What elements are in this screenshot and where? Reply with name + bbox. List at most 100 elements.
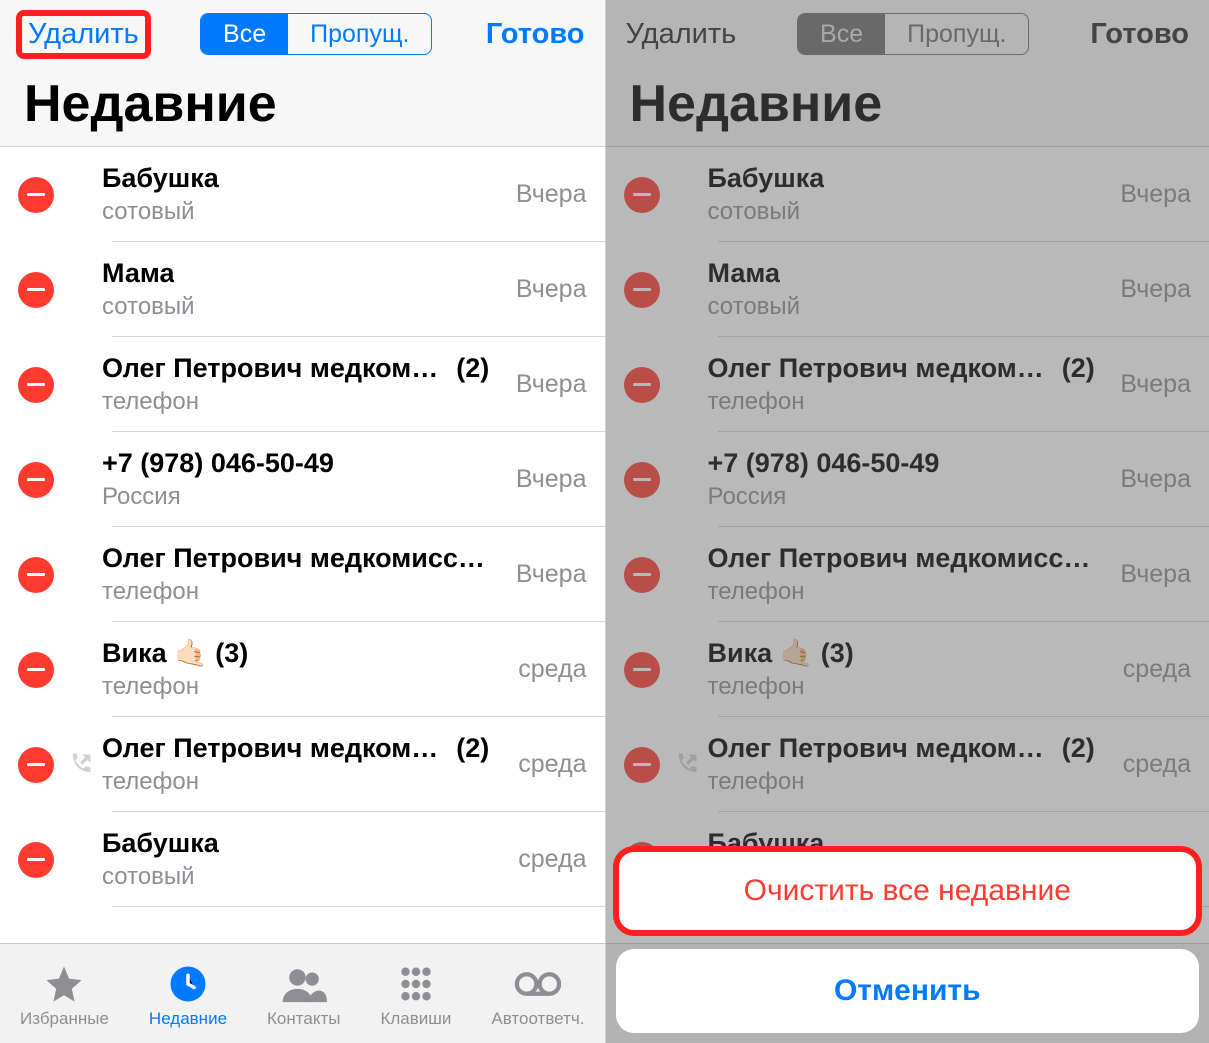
delete-row-button[interactable] (18, 842, 54, 878)
caller-name: Бабушка (102, 827, 219, 861)
call-time: Вчера (1120, 370, 1191, 399)
call-content: Вика 🤙🏻 (3)телефон (102, 637, 504, 702)
segment-all[interactable]: Все (201, 14, 288, 54)
topbar: Удалить Все Пропущ. Готово (606, 0, 1209, 60)
call-time: среда (518, 845, 586, 874)
caller-name: Вика 🤙🏻 (3) (102, 637, 248, 671)
call-row[interactable]: +7 (978) 046-50-49РоссияВчера (606, 432, 1209, 527)
call-row[interactable]: МамасотовыйВчера (606, 242, 1209, 337)
call-time: Вчера (1120, 560, 1191, 589)
call-time: Вчера (516, 275, 587, 304)
tab-contacts[interactable]: Контакты (267, 963, 340, 1029)
caller-name: Олег Петрович медком… (708, 352, 1044, 386)
caller-name: Олег Петрович медком… (102, 352, 438, 386)
delete-row-button[interactable] (624, 557, 660, 593)
call-content: Олег Петрович медкомисс…телефон (708, 542, 1107, 607)
call-row[interactable]: БабушкасотовыйВчера (0, 147, 605, 242)
recents-list: БабушкасотовыйВчераМамасотовыйВчераОлег … (606, 147, 1209, 907)
tabbar: Избранные Недавние Контакты Клавиши (0, 943, 605, 1043)
call-row[interactable]: Олег Петрович медком…(2)телефонВчера (606, 337, 1209, 432)
call-content: +7 (978) 046-50-49Россия (708, 447, 1107, 512)
segmented-control[interactable]: Все Пропущ. (797, 13, 1029, 55)
call-content: Бабушкасотовый (102, 162, 502, 227)
delete-row-button[interactable] (624, 462, 660, 498)
caller-name: Мама (102, 257, 174, 291)
delete-row-button[interactable] (18, 367, 54, 403)
call-row[interactable]: +7 (978) 046-50-49РоссияВчера (0, 432, 605, 527)
call-subtitle: сотовый (102, 861, 504, 892)
segmented-control[interactable]: Все Пропущ. (200, 13, 432, 55)
call-subtitle: телефон (102, 671, 504, 702)
call-row[interactable]: Олег Петрович медком…(2)телефонВчера (0, 337, 605, 432)
cancel-button[interactable]: Отменить (616, 949, 1200, 1033)
delete-button[interactable]: Удалить (20, 14, 147, 55)
screen-edit-mode: Удалить Все Пропущ. Готово Недавние Бабу… (0, 0, 605, 1043)
call-count: (2) (456, 352, 489, 386)
delete-row-button[interactable] (624, 272, 660, 308)
call-row[interactable]: Олег Петрович медком…(2)телефонсреда (0, 717, 605, 812)
call-time: среда (1123, 655, 1191, 684)
call-row[interactable]: Олег Петрович медкомисс…телефон Вчера (606, 527, 1209, 622)
delete-row-button[interactable] (18, 557, 54, 593)
call-content: Олег Петрович медком…(2)телефон (102, 352, 502, 417)
segment-all[interactable]: Все (798, 14, 885, 54)
call-time: Вчера (1120, 275, 1191, 304)
call-time: Вчера (516, 560, 587, 589)
delete-button[interactable]: Удалить (626, 18, 737, 51)
call-time: Вчера (1120, 180, 1191, 209)
page-title: Недавние (0, 60, 605, 146)
call-subtitle: телефон (708, 671, 1109, 702)
delete-row-button[interactable] (18, 747, 54, 783)
delete-row-button[interactable] (18, 177, 54, 213)
tab-voicemail[interactable]: Автоответч. (491, 963, 584, 1029)
tab-favorites[interactable]: Избранные (20, 963, 109, 1029)
clock-icon (167, 963, 209, 1005)
done-button[interactable]: Готово (1090, 18, 1189, 51)
call-row[interactable]: Вика 🤙🏻 (3)телефон среда (606, 622, 1209, 717)
tab-label: Контакты (267, 1009, 340, 1029)
call-row[interactable]: Бабушкасотовый среда (0, 812, 605, 907)
delete-row-button[interactable] (18, 462, 54, 498)
call-content: Олег Петрович медком…(2)телефон (102, 732, 504, 797)
delete-row-button[interactable] (624, 177, 660, 213)
outgoing-call-icon (66, 751, 94, 779)
topbar: Удалить Все Пропущ. Готово (0, 0, 605, 60)
delete-row-button[interactable] (624, 747, 660, 783)
segment-missed[interactable]: Пропущ. (885, 14, 1028, 54)
caller-name: Бабушка (708, 162, 825, 196)
call-row[interactable]: БабушкасотовыйВчера (606, 147, 1209, 242)
tab-label: Клавиши (380, 1009, 451, 1029)
delete-row-button[interactable] (624, 367, 660, 403)
keypad-icon (395, 963, 437, 1005)
call-subtitle: сотовый (708, 291, 1107, 322)
segment-missed[interactable]: Пропущ. (288, 14, 431, 54)
call-row[interactable]: Олег Петрович медкомисс…телефонВчера (0, 527, 605, 622)
call-row[interactable]: Олег Петрович медком…(2)телефонсреда (606, 717, 1209, 812)
call-subtitle: сотовый (102, 291, 502, 322)
recents-list: БабушкасотовыйВчераМамасотовыйВчераОлег … (0, 147, 605, 907)
call-row[interactable]: Вика 🤙🏻 (3)телефон среда (0, 622, 605, 717)
tab-label: Недавние (149, 1009, 227, 1029)
done-button[interactable]: Готово (486, 18, 585, 51)
caller-name: Вика 🤙🏻 (3) (708, 637, 854, 671)
call-count: (2) (1062, 732, 1095, 766)
tab-keypad[interactable]: Клавиши (380, 963, 451, 1029)
call-content: Вика 🤙🏻 (3)телефон (708, 637, 1109, 702)
delete-row-button[interactable] (18, 652, 54, 688)
call-subtitle: телефон (102, 576, 502, 607)
voicemail-icon (512, 963, 564, 1005)
call-row[interactable]: Мамасотовый Вчера (0, 242, 605, 337)
tab-recents[interactable]: Недавние (149, 963, 227, 1029)
caller-name: Олег Петрович медком… (102, 732, 438, 766)
call-time: среда (1123, 750, 1191, 779)
call-time: среда (518, 655, 586, 684)
call-content: Бабушкасотовый (102, 827, 504, 892)
caller-name: +7 (978) 046-50-49 (102, 447, 334, 481)
call-content: +7 (978) 046-50-49Россия (102, 447, 502, 512)
clear-all-recents-button[interactable]: Очистить все недавние (616, 849, 1200, 933)
outgoing-call-icon (672, 751, 700, 779)
delete-row-button[interactable] (18, 272, 54, 308)
call-subtitle: телефон (708, 576, 1107, 607)
star-icon (43, 963, 85, 1005)
delete-row-button[interactable] (624, 652, 660, 688)
